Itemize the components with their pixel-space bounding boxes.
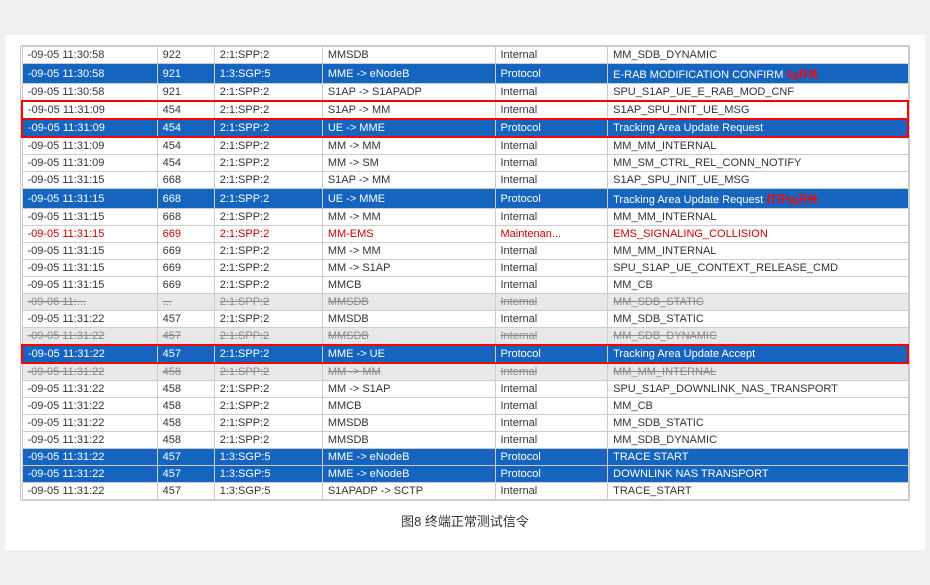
table-row[interactable]: -09-05 11:31:156692:1:SPP:2MM-EMSMainten… [22,226,908,243]
table-row[interactable]: -09-05 11:31:224571:3:SGP:5MME -> eNodeB… [22,449,908,466]
table-row[interactable]: -09-05 11:31:224571:3:SGP:5S1APADP -> SC… [22,483,908,500]
table-row[interactable]: -09-05 11:31:224582:1:SPP:2MM -> S1APInt… [22,381,908,398]
table-row[interactable]: -09-05 11:31:224582:1:SPP:2MMCBInternalM… [22,398,908,415]
annotation2: 打开5g开关 [766,195,818,206]
table-row[interactable]: -09-05 11:31:224572:1:SPP:2MME -> UEProt… [22,345,908,363]
table-row[interactable]: -09-05 11:31:156682:1:SPP:2UE -> MMEProt… [22,189,908,209]
table-row[interactable]: -09-05 11:31:224582:1:SPP:2MMSDBInternal… [22,415,908,432]
table-row[interactable]: -09-05 11:31:094542:1:SPP:2UE -> MMEProt… [22,119,908,137]
table-row[interactable]: -09-05 11:30:589212:1:SPP:2S1AP -> S1APA… [22,84,908,102]
table-row[interactable]: -09-05 11:31:156692:1:SPP:2MM -> S1APInt… [22,260,908,277]
table-row[interactable]: -09-05 11:31:156692:1:SPP:2MM -> MMInter… [22,243,908,260]
page-container: -09-05 11:30:589222:1:SPP:2MMSDBInternal… [5,35,925,550]
table-row[interactable]: -09-05 11:31:156682:1:SPP:2S1AP -> MMInt… [22,172,908,189]
table-row[interactable]: -09-05 11:31:094542:1:SPP:2MM -> SMInter… [22,155,908,172]
figure-caption: 图8 终端正常测试信令 [20,511,910,530]
table-row[interactable]: -09-05 11:31:156692:1:SPP:2MMCBInternalM… [22,277,908,294]
table-row[interactable]: -09-05 11:31:224572:1:SPP:2MMSDBInternal… [22,328,908,346]
table-row[interactable]: -09-06 11:......2:1:SPP:2MMSDBInternalMM… [22,294,908,311]
table-row[interactable]: -09-05 11:30:589222:1:SPP:2MMSDBInternal… [22,47,908,64]
table-row[interactable]: -09-05 11:31:224582:1:SPP:2MM -> MMInter… [22,363,908,381]
table-row[interactable]: -09-05 11:31:156682:1:SPP:2MM -> MMInter… [22,209,908,226]
table-row[interactable]: -09-05 11:31:094542:1:SPP:2MM -> MMInter… [22,137,908,155]
table-row[interactable]: -09-05 11:31:224572:1:SPP:2MMSDBInternal… [22,311,908,328]
table-row[interactable]: -09-05 11:31:224571:3:SGP:5MME -> eNodeB… [22,466,908,483]
annotation: 5g开关 [786,70,818,81]
table-wrapper: -09-05 11:30:589222:1:SPP:2MMSDBInternal… [20,45,910,501]
signal-table: -09-05 11:30:589222:1:SPP:2MMSDBInternal… [21,46,909,500]
table-row[interactable]: -09-05 11:31:224582:1:SPP:2MMSDBInternal… [22,432,908,449]
table-row[interactable]: -09-05 11:31:094542:1:SPP:2S1AP -> MMInt… [22,101,908,119]
table-row[interactable]: -09-05 11:30:589211:3:SGP:5MME -> eNodeB… [22,64,908,84]
